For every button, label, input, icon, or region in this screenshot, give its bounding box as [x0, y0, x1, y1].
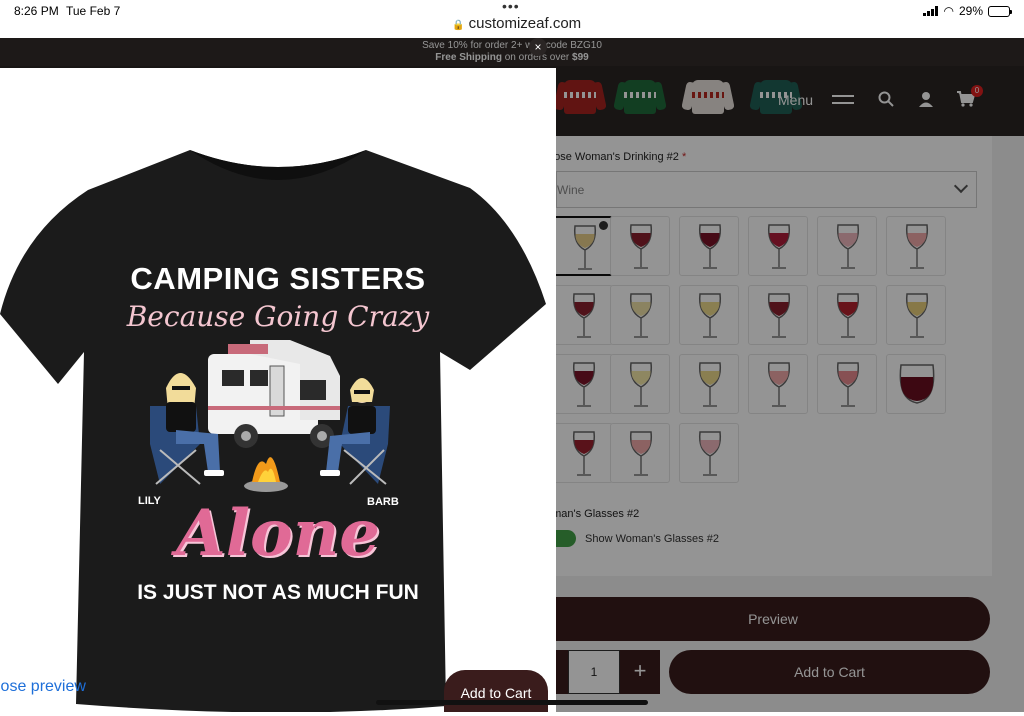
preview-modal: CAMPING SISTERS Because Going Crazy LILY…: [0, 68, 556, 712]
shirt-title-text: CAMPING SISTERS: [130, 261, 426, 296]
url-text: customizeaf.com: [468, 15, 582, 32]
tshirt-preview-image: [0, 150, 546, 712]
status-date: Tue Feb 7: [66, 4, 121, 18]
wifi-icon: ◠: [943, 4, 954, 18]
shirt-subtitle-text: Because Going Crazy: [126, 300, 430, 333]
shirt-big-word: Alone: [176, 496, 380, 571]
home-indicator[interactable]: [376, 700, 648, 705]
shirt-bottom-text: IS JUST NOT AS MUCH FUN: [137, 581, 419, 604]
battery-percent: 29%: [958, 4, 983, 18]
status-time: 8:26 PM: [14, 4, 59, 18]
address-bar[interactable]: 🔒 customizeaf.com: [452, 15, 581, 32]
status-bar: 8:26 PM Tue Feb 7 ••• 🔒 customizeaf.com …: [0, 0, 1024, 38]
cellular-signal-icon: [923, 6, 939, 16]
tab-dots-icon[interactable]: •••: [502, 0, 520, 14]
close-icon[interactable]: ×: [529, 38, 547, 56]
close-preview-link[interactable]: lose preview: [0, 678, 86, 696]
battery-icon: [988, 5, 1012, 17]
lock-icon: 🔒: [452, 20, 465, 31]
status-right: ◠ 29%: [923, 4, 1012, 18]
modal-add-to-cart-button[interactable]: Add to Cart: [444, 670, 548, 712]
